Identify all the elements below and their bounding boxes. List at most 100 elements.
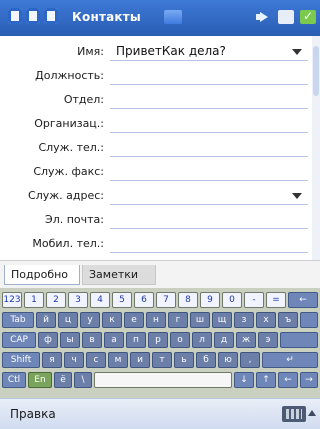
key-arrow-left[interactable]: ← bbox=[278, 372, 298, 388]
keyboard-row-4: Shift я ч с м и т ь б ю , ↵ bbox=[0, 352, 320, 370]
key-enter[interactable]: ↵ bbox=[262, 352, 318, 368]
key-letter[interactable]: п bbox=[126, 332, 146, 348]
field-label: Должность: bbox=[35, 69, 104, 82]
key-ctrl[interactable]: Ctl bbox=[2, 372, 26, 388]
key-letter[interactable]: н bbox=[146, 312, 166, 328]
key-letter[interactable]: л bbox=[192, 332, 212, 348]
window-icon bbox=[44, 8, 58, 24]
department-field[interactable] bbox=[110, 90, 308, 109]
field-label: Эл. почта: bbox=[45, 213, 104, 226]
key-letter[interactable]: а bbox=[104, 332, 124, 348]
key-4[interactable]: 4 bbox=[90, 292, 110, 308]
key-arrow-down[interactable]: ↓ bbox=[234, 372, 254, 388]
connectivity-icon[interactable] bbox=[278, 10, 294, 24]
edit-menu-button[interactable]: Правка bbox=[10, 407, 56, 421]
key-123[interactable]: 123 bbox=[2, 292, 22, 308]
key-extra[interactable] bbox=[280, 332, 318, 348]
scrollbar-thumb[interactable] bbox=[313, 46, 319, 96]
tab-notes[interactable]: Заметки bbox=[82, 265, 156, 285]
key-letter[interactable]: ж bbox=[236, 332, 256, 348]
key-letter[interactable]: ь bbox=[174, 352, 194, 368]
key-backspace[interactable]: ← bbox=[288, 292, 318, 308]
key-language-en[interactable]: En bbox=[28, 372, 52, 388]
key-letter[interactable]: ю bbox=[218, 352, 238, 368]
key-letter[interactable]: ы bbox=[60, 332, 80, 348]
key-2[interactable]: 2 bbox=[46, 292, 66, 308]
field-label: Служ. факс: bbox=[33, 165, 104, 178]
key-minus[interactable]: - bbox=[244, 292, 264, 308]
key-letter[interactable]: р bbox=[148, 332, 168, 348]
chevron-down-icon[interactable] bbox=[292, 193, 302, 199]
work-phone-field[interactable] bbox=[110, 138, 308, 157]
key-letter[interactable]: ф bbox=[38, 332, 58, 348]
title-bar: Контакты bbox=[0, 0, 320, 36]
key-letter[interactable]: г bbox=[168, 312, 188, 328]
email-field[interactable] bbox=[110, 210, 308, 229]
key-letter[interactable]: ё bbox=[54, 372, 72, 388]
key-letter[interactable]: б bbox=[196, 352, 216, 368]
key-arrow-up[interactable]: ↑ bbox=[256, 372, 276, 388]
key-letter[interactable]: х bbox=[256, 312, 276, 328]
form-row-name: Имя: ПриветКак дела? bbox=[0, 42, 312, 62]
key-space[interactable] bbox=[94, 372, 232, 388]
key-8[interactable]: 8 bbox=[178, 292, 198, 308]
key-letter[interactable]: т bbox=[152, 352, 172, 368]
field-label: Мобил. тел.: bbox=[32, 237, 104, 250]
speaker-icon[interactable] bbox=[254, 10, 270, 24]
key-0[interactable]: 0 bbox=[222, 292, 242, 308]
key-tab[interactable]: Tab bbox=[2, 312, 34, 328]
key-letter[interactable]: ц bbox=[58, 312, 78, 328]
mobile-phone-field[interactable] bbox=[110, 234, 308, 253]
window-icon bbox=[26, 8, 40, 24]
key-9[interactable]: 9 bbox=[200, 292, 220, 308]
tab-strip: Подробно Заметки bbox=[0, 260, 320, 289]
form-row-work-fax: Служ. факс: bbox=[0, 162, 312, 182]
key-letter[interactable]: я bbox=[42, 352, 62, 368]
key-arrow-right[interactable]: → bbox=[300, 372, 318, 388]
keyboard-row-5: Ctl En ё \ ↓ ↑ ← → bbox=[0, 372, 320, 390]
key-letter[interactable]: д bbox=[214, 332, 234, 348]
key-5[interactable]: 5 bbox=[112, 292, 132, 308]
form-row-work-phone: Служ. тел.: bbox=[0, 138, 312, 158]
key-extra[interactable] bbox=[300, 312, 318, 328]
work-fax-field[interactable] bbox=[110, 162, 308, 181]
key-letter[interactable]: и bbox=[130, 352, 150, 368]
key-1[interactable]: 1 bbox=[24, 292, 44, 308]
key-letter[interactable]: з bbox=[234, 312, 254, 328]
key-letter[interactable]: е bbox=[124, 312, 144, 328]
key-caps-lock[interactable]: CAP bbox=[2, 332, 36, 348]
job-title-field[interactable] bbox=[110, 66, 308, 85]
bottom-softkey-bar: Правка bbox=[0, 398, 320, 429]
key-letter[interactable]: й bbox=[36, 312, 56, 328]
key-letter[interactable]: ш bbox=[190, 312, 210, 328]
tab-details[interactable]: Подробно bbox=[4, 265, 80, 285]
key-letter[interactable]: с bbox=[86, 352, 106, 368]
key-7[interactable]: 7 bbox=[156, 292, 176, 308]
key-backslash[interactable]: \ bbox=[74, 372, 92, 388]
ok-button[interactable] bbox=[300, 9, 316, 24]
key-3[interactable]: 3 bbox=[68, 292, 88, 308]
key-shift[interactable]: Shift bbox=[2, 352, 40, 368]
company-field[interactable] bbox=[110, 114, 308, 133]
chevron-up-icon[interactable] bbox=[308, 410, 316, 416]
key-6[interactable]: 6 bbox=[134, 292, 154, 308]
key-comma[interactable]: , bbox=[240, 352, 260, 368]
key-letter[interactable]: м bbox=[108, 352, 128, 368]
work-address-field[interactable] bbox=[110, 186, 308, 205]
key-letter[interactable]: ч bbox=[64, 352, 84, 368]
key-letter[interactable]: к bbox=[102, 312, 122, 328]
key-letter[interactable]: щ bbox=[212, 312, 232, 328]
key-letter[interactable]: у bbox=[80, 312, 100, 328]
form-scrollbar[interactable] bbox=[312, 36, 320, 260]
key-letter[interactable]: э bbox=[258, 332, 278, 348]
keyboard-icon[interactable] bbox=[282, 406, 306, 422]
key-letter[interactable]: в bbox=[82, 332, 102, 348]
key-letter[interactable]: ъ bbox=[278, 312, 298, 328]
form-row-department: Отдел: bbox=[0, 90, 312, 110]
keyboard-row-2: Tab й ц у к е н г ш щ з х ъ bbox=[0, 312, 320, 330]
key-letter[interactable]: о bbox=[170, 332, 190, 348]
key-equals[interactable]: = bbox=[266, 292, 286, 308]
start-menu-icon[interactable] bbox=[164, 10, 182, 24]
keyboard-row-1: 123 1 2 3 4 5 6 7 8 9 0 - = ← bbox=[0, 292, 320, 310]
chevron-down-icon[interactable] bbox=[292, 49, 302, 55]
